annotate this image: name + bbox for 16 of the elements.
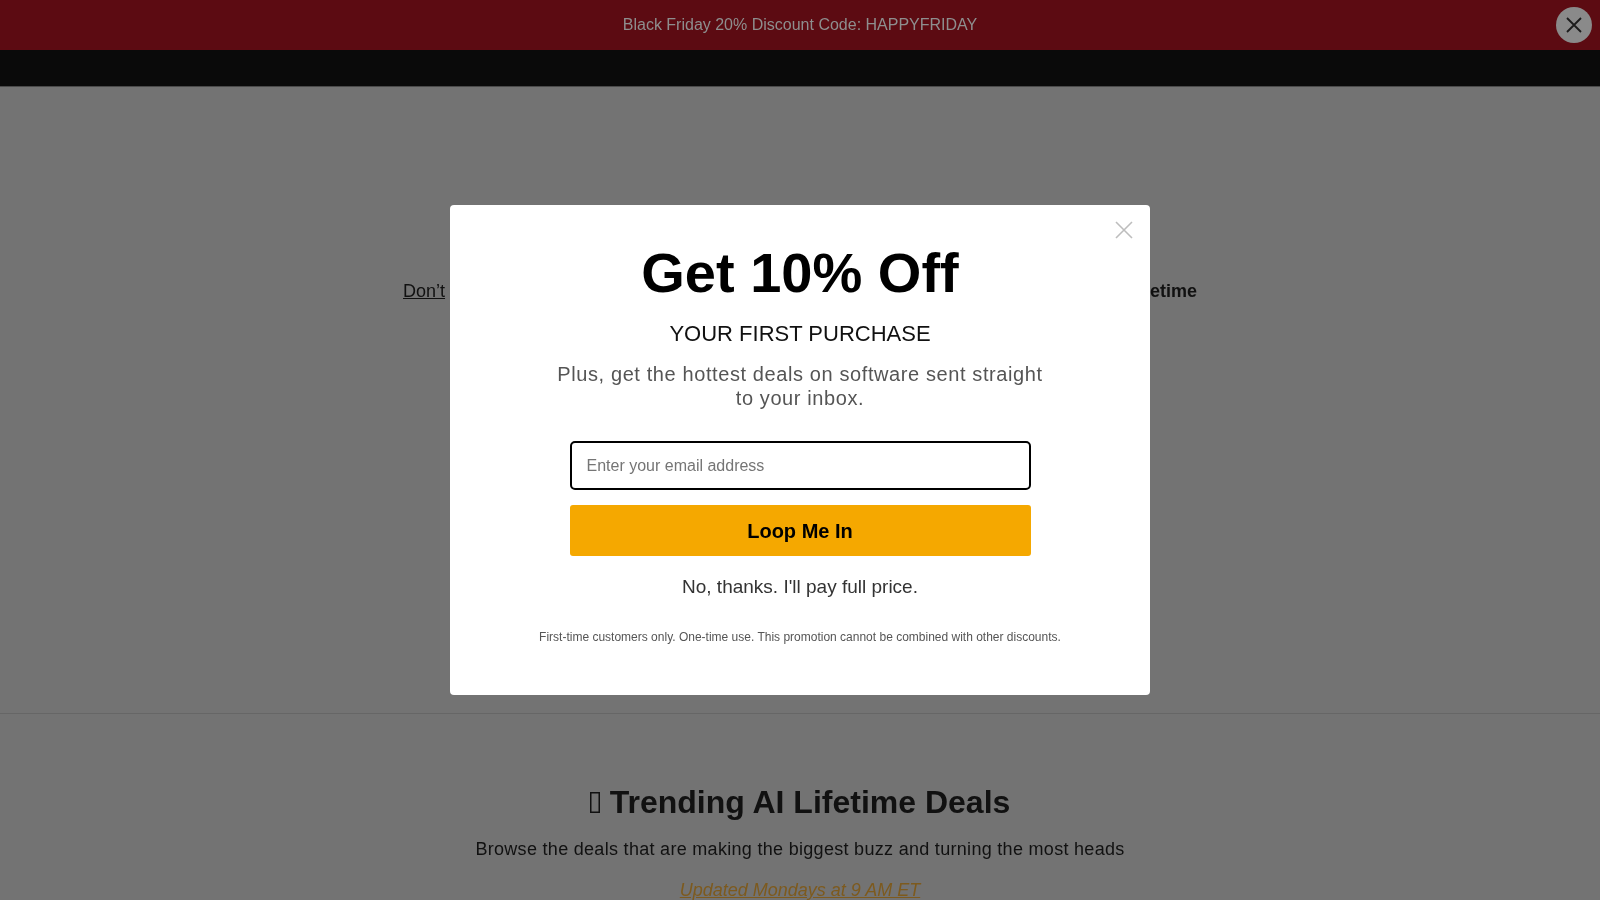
box-glyph-icon bbox=[589, 791, 600, 813]
close-button[interactable] bbox=[1556, 7, 1592, 43]
popup-description: Plus, get the hottest deals on software sent straight to your inbox. bbox=[556, 362, 1044, 410]
fine-print: First-time customers only. One-time use. This promotion cannot be combined with other discounts. bbox=[539, 629, 1061, 645]
close-icon bbox=[1115, 221, 1133, 239]
email-field[interactable]: Enter your email address bbox=[569, 441, 1031, 490]
close-icon bbox=[1566, 17, 1582, 33]
hero-link[interactable]: Don’t bbox=[403, 279, 446, 303]
announcement-text: Black Friday 20% Discount Code: HAPPYFRIDAY bbox=[622, 15, 978, 35]
section-heading: Trending AI Lifetime Deals bbox=[609, 783, 1011, 822]
hero-text: etime bbox=[1149, 280, 1197, 303]
popup-title: Get 10% Off bbox=[641, 245, 959, 301]
section-description: Browse the deals that are making the biggest buzz and turning the most heads bbox=[475, 838, 1125, 861]
submit-button[interactable]: Loop Me In bbox=[569, 505, 1031, 556]
decline-link[interactable]: No, thanks. I'll pay full price. bbox=[682, 575, 918, 599]
popup-subtitle: YOUR FIRST PURCHASE bbox=[669, 320, 931, 348]
